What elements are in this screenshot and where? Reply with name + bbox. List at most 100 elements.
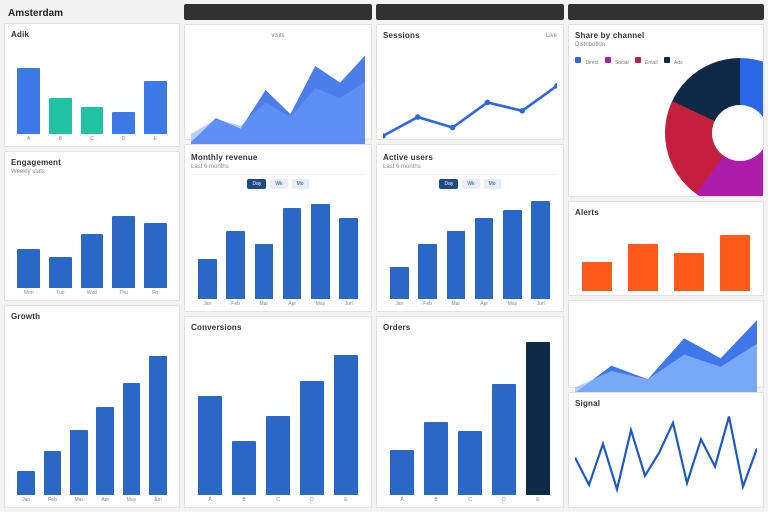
bar[interactable] xyxy=(232,441,256,495)
x-axis-labels: JanFebMarAprMayJun xyxy=(191,301,365,307)
bar-group xyxy=(383,336,557,495)
panel-title: Signal xyxy=(575,399,757,408)
bar[interactable] xyxy=(49,257,72,288)
bar[interactable] xyxy=(300,381,324,495)
bar-group xyxy=(191,336,365,495)
bar[interactable] xyxy=(144,223,167,288)
panel-trend-area[interactable]: Trend xyxy=(568,300,764,388)
panel-growth[interactable]: Growth JanFebMarAprMayJun xyxy=(4,305,180,508)
chip-month[interactable]: Mo xyxy=(292,179,309,189)
x-tick-label: Jan xyxy=(17,497,34,503)
legend-item: Email xyxy=(635,51,658,69)
x-tick-label: Thu xyxy=(112,290,135,296)
bar[interactable] xyxy=(226,231,245,299)
x-tick-label: Jun xyxy=(149,497,166,503)
bar[interactable] xyxy=(81,107,104,134)
bar-group xyxy=(383,193,557,299)
panel-subtitle: Live xyxy=(546,33,557,40)
bar[interactable] xyxy=(334,355,358,495)
x-tick-label: A xyxy=(17,136,40,142)
bar[interactable] xyxy=(283,208,302,299)
bar-group xyxy=(11,179,173,288)
column-3: Sessions Live Active users Last 6 months… xyxy=(376,4,564,508)
panel-title: Engagement xyxy=(11,158,173,167)
x-tick-label: C xyxy=(458,497,482,503)
bar[interactable] xyxy=(49,98,72,134)
bar[interactable] xyxy=(475,218,494,299)
panel-alerts[interactable]: Alerts xyxy=(568,201,764,296)
bar[interactable] xyxy=(112,112,135,134)
x-tick-label: C xyxy=(266,497,290,503)
panel-subtitle: Last 6 months xyxy=(191,164,258,170)
chip-week[interactable]: Wk xyxy=(270,179,287,189)
bar[interactable] xyxy=(96,407,113,495)
chip-day[interactable]: Day xyxy=(439,179,458,189)
bar[interactable] xyxy=(447,231,466,299)
bar[interactable] xyxy=(531,201,550,299)
panel-donut[interactable]: Share by channel Distribution Direct Soc… xyxy=(568,24,764,198)
panel-active-users[interactable]: Active users Last 6 months Day Wk Mo Jan… xyxy=(376,144,564,312)
x-tick-label: Mar xyxy=(70,497,87,503)
bar[interactable] xyxy=(17,68,40,134)
bar[interactable] xyxy=(526,342,550,495)
bar[interactable] xyxy=(458,431,482,495)
chart-body xyxy=(191,43,365,147)
panel-conversions[interactable]: Conversions ABCDE xyxy=(184,316,372,508)
chart-body xyxy=(575,73,757,193)
bar[interactable] xyxy=(418,244,437,299)
panel-subtitle: Weekly stats xyxy=(11,169,173,175)
chart-body xyxy=(575,221,757,291)
bar[interactable] xyxy=(390,450,414,495)
panel-title: Monthly revenue xyxy=(191,153,258,162)
legend-item: Ads xyxy=(664,51,683,69)
bar[interactable] xyxy=(144,81,167,134)
panel-engagement[interactable]: Engagement Weekly stats MonTueWedThuFri xyxy=(4,151,180,301)
x-tick-label: Jun xyxy=(531,301,550,307)
panel-traffic-area[interactable]: visits xyxy=(184,24,372,140)
panel-sessions-line[interactable]: Sessions Live xyxy=(376,24,564,140)
x-tick-label: Feb xyxy=(44,497,61,503)
x-axis-labels: ABCDE xyxy=(383,497,557,503)
panel-signal[interactable]: Signal xyxy=(568,392,764,508)
x-tick-label: D xyxy=(300,497,324,503)
window-toolbar[interactable] xyxy=(376,4,564,20)
bar[interactable] xyxy=(720,235,749,291)
bar[interactable] xyxy=(674,253,703,291)
bar[interactable] xyxy=(492,384,516,495)
chip-day[interactable]: Day xyxy=(247,179,266,189)
bar[interactable] xyxy=(198,396,222,495)
bar[interactable] xyxy=(149,356,166,495)
chip-week[interactable]: Wk xyxy=(462,179,479,189)
bar[interactable] xyxy=(339,218,358,299)
chip-month[interactable]: Mo xyxy=(484,179,501,189)
x-tick-label: Fri xyxy=(144,290,167,296)
panel-title: Orders xyxy=(383,323,557,332)
bar[interactable] xyxy=(70,430,87,495)
bar[interactable] xyxy=(390,267,409,299)
window-toolbar[interactable] xyxy=(568,4,764,20)
chart-body xyxy=(575,412,757,503)
column-2: visits Monthly revenue Last 6 months Day… xyxy=(184,4,372,508)
bar[interactable] xyxy=(503,210,522,299)
bar[interactable] xyxy=(17,471,34,495)
panel-title: Alerts xyxy=(575,208,757,217)
panel-revenue[interactable]: Monthly revenue Last 6 months Day Wk Mo … xyxy=(184,144,372,312)
x-tick-label: A xyxy=(390,497,414,503)
panel-orders[interactable]: Orders ABCDE xyxy=(376,316,564,508)
bar[interactable] xyxy=(112,216,135,288)
chart-body xyxy=(383,336,557,495)
bar[interactable] xyxy=(198,259,217,299)
bar[interactable] xyxy=(123,383,140,495)
bar[interactable] xyxy=(44,451,61,495)
bar[interactable] xyxy=(582,262,611,291)
window-toolbar[interactable] xyxy=(184,4,372,20)
bar[interactable] xyxy=(266,416,290,496)
bar[interactable] xyxy=(17,249,40,288)
bar[interactable] xyxy=(255,244,274,299)
bar[interactable] xyxy=(424,422,448,495)
panel-adik-bars[interactable]: Adik ABCDE xyxy=(4,23,180,147)
bar[interactable] xyxy=(311,204,330,299)
bar[interactable] xyxy=(628,244,657,291)
bar[interactable] xyxy=(81,234,104,289)
x-tick-label: Jun xyxy=(339,301,358,307)
